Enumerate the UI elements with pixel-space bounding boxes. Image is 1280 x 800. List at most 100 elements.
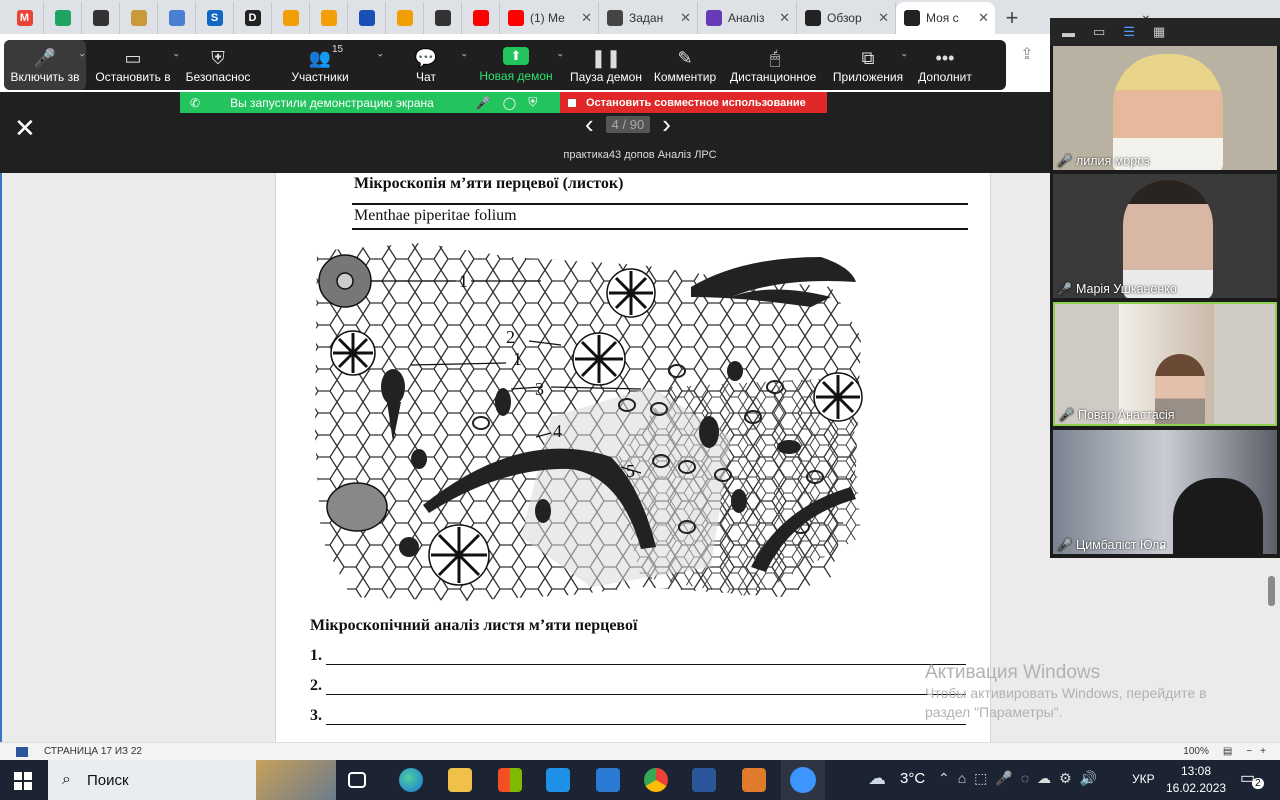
answer-line[interactable]: 1.: [310, 647, 966, 665]
prev-page-icon[interactable]: ‹: [585, 111, 594, 137]
close-tab-icon[interactable]: ✕: [779, 10, 790, 26]
chevron-down-icon[interactable]: ⌃: [900, 46, 908, 57]
weather-temp[interactable]: 3°C: [900, 770, 925, 787]
browser-tab[interactable]: Задан ✕: [599, 2, 698, 34]
new-tab-button[interactable]: +: [995, 2, 1029, 34]
pause-share-icon: ❚❚: [590, 48, 622, 68]
edge-icon[interactable]: [399, 768, 423, 792]
stop-share-button[interactable]: Остановить совместное использование: [560, 92, 827, 113]
close-tab-icon[interactable]: ✕: [878, 10, 889, 26]
browser-tab[interactable]: D: [234, 2, 272, 34]
word-status-bar: СТРАНИЦА 17 ИЗ 22 100% ▤ − +: [0, 742, 1280, 760]
participant-video-tile[interactable]: 🎤 Марія Ушканенко: [1053, 174, 1277, 298]
zoom-level[interactable]: 100%: [1183, 746, 1209, 757]
zoom-plus-icon[interactable]: +: [1260, 746, 1266, 757]
figure-label: 2: [506, 327, 515, 347]
speaker-view-icon[interactable]: ☰: [1123, 24, 1135, 40]
unmute-label: Включить зв: [10, 70, 80, 84]
info-icon[interactable]: ◯: [503, 96, 516, 110]
annotate-button[interactable]: ✎ Комментир: [648, 40, 722, 90]
chevron-down-icon[interactable]: ⌃: [460, 46, 468, 57]
taskbar-search[interactable]: ⌕ Поиск: [48, 760, 336, 800]
participant-name-label: 🎤 Марія Ушканенко: [1057, 282, 1177, 296]
clock-time[interactable]: 13:08: [1166, 764, 1226, 778]
globe-icon: [92, 10, 109, 26]
close-tab-icon[interactable]: ✕: [680, 10, 691, 26]
share-icon[interactable]: ⇪: [1012, 40, 1042, 68]
windows-start-icon[interactable]: [14, 772, 32, 790]
security-button[interactable]: ⛨ Безопаснос: [180, 40, 256, 90]
browser-tab[interactable]: [82, 2, 120, 34]
windows-activation-watermark: Активация Windows Чтобы активировать Win…: [925, 662, 1207, 722]
gallery-view-icon[interactable]: ▦: [1153, 24, 1165, 40]
media-icon[interactable]: [546, 768, 570, 792]
browser-tab[interactable]: Аналіз ✕: [698, 2, 797, 34]
store-icon[interactable]: [498, 768, 522, 792]
participant-video-tile[interactable]: 🎤 Повар Анастасія: [1053, 302, 1277, 426]
chevron-down-icon[interactable]: ⌃: [78, 46, 86, 57]
answer-line[interactable]: 3.: [310, 707, 966, 725]
browser-tab[interactable]: [386, 2, 424, 34]
chat-button[interactable]: 💬 Чат ⌃: [384, 40, 468, 90]
participant-video-tile[interactable]: 🎤 Цимбаліст Юля ⌄: [1053, 430, 1277, 554]
browser-tab[interactable]: [310, 2, 348, 34]
chevron-down-icon[interactable]: ⌄: [1157, 538, 1167, 552]
page-navigator: ‹ 4 / 90 ›: [585, 111, 671, 137]
browser-tab[interactable]: [462, 2, 500, 34]
browser-tab[interactable]: M: [6, 2, 44, 34]
close-icon[interactable]: ✕: [14, 113, 36, 144]
document-page[interactable]: Мікроскопія м’яти перцевої (листок) Ment…: [275, 173, 991, 742]
task-view-icon[interactable]: [348, 772, 366, 788]
chrome-icon[interactable]: [644, 768, 668, 792]
remote-control-label: Дистанционное у: [730, 70, 820, 84]
security-icon: ⛨: [211, 48, 225, 68]
participants-button[interactable]: 👥 Участники 15 ⌃: [256, 40, 384, 90]
security-label: Безопаснос: [185, 70, 251, 84]
answer-line[interactable]: 2.: [310, 677, 966, 695]
unmute-button[interactable]: 🎤 Включить зв ⌃: [4, 40, 86, 90]
video-player-icon[interactable]: [742, 768, 766, 792]
browser-tab[interactable]: Моя с ✕: [896, 2, 995, 34]
browser-tab[interactable]: [348, 2, 386, 34]
close-tab-icon[interactable]: ✕: [581, 10, 592, 26]
thumbnail-view-icon[interactable]: ▭: [1093, 24, 1105, 40]
chevron-down-icon[interactable]: ⌃: [172, 46, 180, 57]
next-page-icon[interactable]: ›: [662, 111, 671, 137]
remote-control-icon: 🖱: [769, 48, 781, 68]
browser-tab[interactable]: [120, 2, 158, 34]
word-doc-icon: [16, 746, 28, 757]
tray-icons[interactable]: ⌃⌂⬚🎤◌☁⚙🔊: [938, 770, 1105, 787]
browser-tab[interactable]: [158, 2, 196, 34]
file-explorer-icon[interactable]: [448, 768, 472, 792]
figure-labels: 1 2 1 3 4 5: [311, 237, 871, 605]
pause-share-button[interactable]: ❚❚ Пауза демон: [564, 40, 648, 90]
language-indicator[interactable]: УКР: [1132, 772, 1155, 786]
close-tab-icon[interactable]: ✕: [978, 10, 989, 26]
start-video-button[interactable]: ▭ Остановить в ⌃: [86, 40, 180, 90]
layout-icon[interactable]: ▤: [1223, 746, 1232, 757]
figure-label: 5: [626, 461, 635, 481]
browser-tab[interactable]: [272, 2, 310, 34]
participants-label: Участники: [291, 70, 349, 84]
page-count[interactable]: СТРАНИЦА 17 ИЗ 22: [44, 746, 142, 757]
vertical-scrollbar[interactable]: [1268, 576, 1275, 606]
clock-date[interactable]: 16.02.2023: [1166, 781, 1226, 795]
word-icon[interactable]: [692, 768, 716, 792]
chevron-down-icon[interactable]: ⌃: [556, 46, 564, 57]
apps-button[interactable]: ⧉ Приложения ⌃: [828, 40, 908, 90]
minimize-icon[interactable]: ▬: [1062, 25, 1075, 40]
remote-control-button[interactable]: 🖱 Дистанционное у: [722, 40, 828, 90]
chevron-down-icon[interactable]: ⌃: [376, 46, 384, 57]
cloud-icon[interactable]: ☁: [868, 768, 886, 789]
zoom-minus-icon[interactable]: −: [1246, 746, 1252, 757]
browser-tab[interactable]: [424, 2, 462, 34]
forms-icon: [706, 10, 722, 26]
browser-tab[interactable]: Обзор ✕: [797, 2, 896, 34]
browser-tab[interactable]: [44, 2, 82, 34]
browser-tab[interactable]: (1) Ме ✕: [500, 2, 599, 34]
new-share-button[interactable]: ⬆ Новая демон ⌃: [468, 40, 564, 90]
mail-icon[interactable]: [596, 768, 620, 792]
figure-label: 1: [513, 349, 522, 369]
browser-tab[interactable]: S: [196, 2, 234, 34]
more-button[interactable]: ••• Дополнит: [908, 40, 982, 90]
